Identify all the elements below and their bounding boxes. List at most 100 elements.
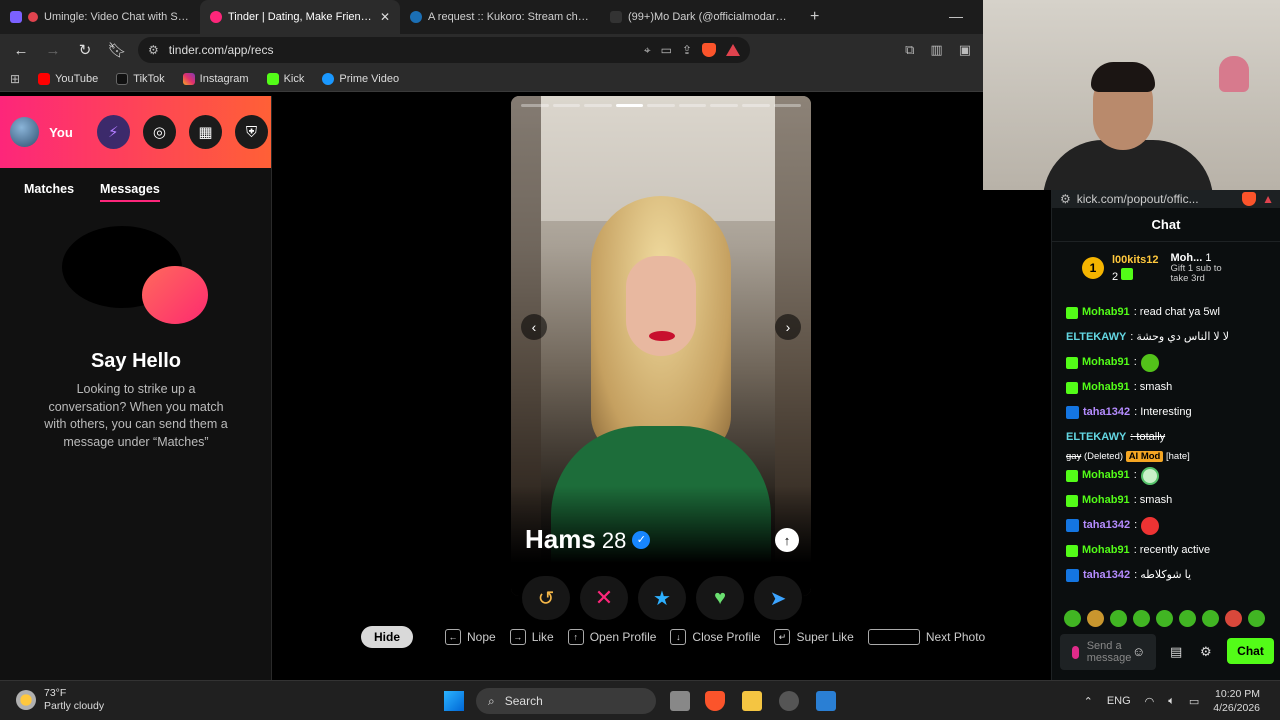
photo-progress-segment[interactable]: [741, 104, 770, 107]
tab-kukoro[interactable]: A request :: Kukoro: Stream chat gam: [400, 0, 600, 34]
profile-label[interactable]: You: [49, 125, 73, 140]
chat-username[interactable]: Mohab91: [1082, 488, 1130, 513]
photo-progress-segment[interactable]: [584, 104, 612, 107]
reload-icon[interactable]: ↻: [74, 41, 96, 59]
chat-username[interactable]: Mohab91: [1082, 463, 1130, 488]
emote-icon[interactable]: [1202, 610, 1219, 627]
wifi-icon[interactable]: ◠: [1145, 695, 1155, 708]
emote-icon[interactable]: [1156, 610, 1173, 627]
wallet-icon[interactable]: ▣: [959, 42, 971, 58]
chat-username[interactable]: ELTEKAWY: [1066, 425, 1126, 450]
briefcase-icon[interactable]: ▦: [188, 115, 222, 149]
brave-browser-icon[interactable]: [705, 691, 725, 711]
forward-icon[interactable]: →: [42, 42, 64, 59]
tab-umingle[interactable]: Umingle: Video Chat with Strange: [0, 0, 200, 34]
toolbar-right: ⧉ ▥ ▣: [905, 42, 983, 58]
new-tab-icon[interactable]: +: [800, 8, 829, 26]
gift-prompt[interactable]: Gift 1 sub to take 3rd: [1170, 263, 1240, 284]
emote-icon[interactable]: [1225, 610, 1242, 627]
obs-icon[interactable]: [779, 691, 799, 711]
file-explorer-icon[interactable]: [742, 691, 762, 711]
address-bar[interactable]: ⚙ tinder.com/app/recs ⌖ ▭ ⇪: [138, 37, 750, 63]
chat-username[interactable]: taha1342: [1083, 400, 1130, 425]
bookmark-tiktok[interactable]: TikTok: [116, 72, 165, 85]
volume-icon[interactable]: 🔈︎: [1168, 695, 1175, 708]
site-settings-icon[interactable]: ⚙: [1060, 192, 1071, 206]
emote-icon[interactable]: [1087, 610, 1104, 627]
chat-username[interactable]: Mohab91: [1082, 538, 1130, 563]
screenshot-icon[interactable]: ⧉: [905, 42, 914, 58]
share-icon[interactable]: ⇪: [682, 43, 692, 57]
bookmark-prime-video[interactable]: Prime Video: [322, 72, 399, 85]
photo-progress-segment[interactable]: [710, 104, 738, 107]
back-icon[interactable]: ←: [10, 42, 32, 59]
camera-app-icon[interactable]: [816, 691, 836, 711]
emote-icon[interactable]: [1133, 610, 1150, 627]
location-icon[interactable]: ⌖: [644, 43, 651, 58]
photo-progress-segment[interactable]: [552, 104, 581, 107]
photo-progress-segment[interactable]: [521, 104, 549, 107]
cast-icon[interactable]: ▭: [661, 43, 672, 57]
sidebar-toggle-icon[interactable]: ▥: [930, 42, 942, 58]
photo-progress-segment[interactable]: [773, 104, 802, 107]
photo-progress-segment[interactable]: [678, 104, 707, 107]
settings-gear-icon[interactable]: ⚙: [1200, 644, 1212, 660]
previous-photo-icon[interactable]: ‹: [521, 314, 547, 340]
chat-username[interactable]: taha1342: [1083, 513, 1130, 538]
brave-shields-icon[interactable]: [1242, 192, 1257, 206]
minimize-icon[interactable]: —: [949, 8, 963, 24]
chat-username[interactable]: ELTEKAWY: [1066, 325, 1126, 350]
explore-icon[interactable]: ◎: [142, 115, 176, 149]
store-icon[interactable]: ▤: [1170, 644, 1182, 660]
chat-username[interactable]: Mohab91: [1082, 300, 1130, 325]
chat-username[interactable]: Mohab91: [1082, 350, 1130, 375]
chat-message: taha1342: Interesting: [1066, 400, 1280, 425]
tab-tiktok[interactable]: (99+)Mo Dark (@officialmodark) | Tik: [600, 0, 800, 34]
windows-start-icon[interactable]: [444, 691, 464, 711]
emote-picker-icon[interactable]: ☺: [1132, 644, 1145, 659]
task-view-icon[interactable]: [670, 691, 690, 711]
brave-rewards-icon[interactable]: ▲: [1262, 192, 1280, 206]
open-profile-icon[interactable]: ↑: [775, 528, 799, 552]
brave-rewards-icon[interactable]: [726, 44, 740, 56]
shield-icon[interactable]: ⛨: [234, 115, 269, 149]
tab-tinder[interactable]: Tinder | Dating, Make Friends & ✕: [200, 0, 400, 34]
chat-send-button[interactable]: Chat: [1227, 638, 1274, 664]
chat-username[interactable]: Mohab91: [1082, 375, 1130, 400]
emote-icon[interactable]: [1110, 610, 1127, 627]
apps-grid-icon[interactable]: ⊞: [10, 72, 20, 86]
avatar[interactable]: [10, 117, 40, 147]
hide-shortcuts-button[interactable]: Hide: [361, 626, 414, 648]
tab-messages[interactable]: Messages: [100, 182, 160, 202]
tab-matches[interactable]: Matches: [24, 182, 74, 202]
super-like-button[interactable]: ★: [638, 576, 686, 620]
microphone-icon[interactable]: [1072, 645, 1079, 659]
emote-icon[interactable]: [1179, 610, 1196, 627]
empty-state-description: Looking to strike up a conversation? Whe…: [44, 382, 228, 449]
weather-widget[interactable]: 73°F Partly cloudy: [16, 687, 104, 713]
site-settings-icon[interactable]: ⚙: [148, 43, 159, 57]
like-button[interactable]: ♥: [696, 576, 744, 620]
photo-progress-segment[interactable]: [647, 104, 675, 107]
boost-icon[interactable]: ⚡: [96, 115, 130, 149]
close-tab-icon[interactable]: ✕: [380, 10, 390, 24]
boost-button[interactable]: ➤: [754, 576, 802, 620]
bookmark-kick[interactable]: Kick: [266, 72, 304, 85]
bookmark-instagram[interactable]: Instagram: [182, 72, 249, 85]
emote-icon[interactable]: [1064, 610, 1081, 627]
bookmark-youtube[interactable]: YouTube: [38, 72, 98, 85]
emote-icon[interactable]: [1248, 610, 1265, 627]
bookmark-icon[interactable]: 🔖︎: [106, 41, 128, 59]
photo-progress-segment[interactable]: [615, 104, 644, 107]
clock[interactable]: 10:20 PM 4/26/2026: [1213, 687, 1260, 715]
next-photo-icon[interactable]: ›: [775, 314, 801, 340]
nope-button[interactable]: ✕: [580, 576, 628, 620]
taskbar-search[interactable]: ⌕ Search: [476, 688, 656, 714]
battery-icon[interactable]: ▭: [1189, 695, 1199, 708]
chat-username[interactable]: taha1342: [1083, 563, 1130, 588]
tray-overflow-icon[interactable]: ⌃: [1084, 695, 1093, 708]
brave-shields-icon[interactable]: [702, 43, 716, 57]
rewind-button[interactable]: ↺: [522, 576, 570, 620]
profile-card[interactable]: ‹ › Hams 28 ✓ ↑: [511, 96, 811, 596]
language-indicator[interactable]: ENG: [1107, 695, 1131, 707]
